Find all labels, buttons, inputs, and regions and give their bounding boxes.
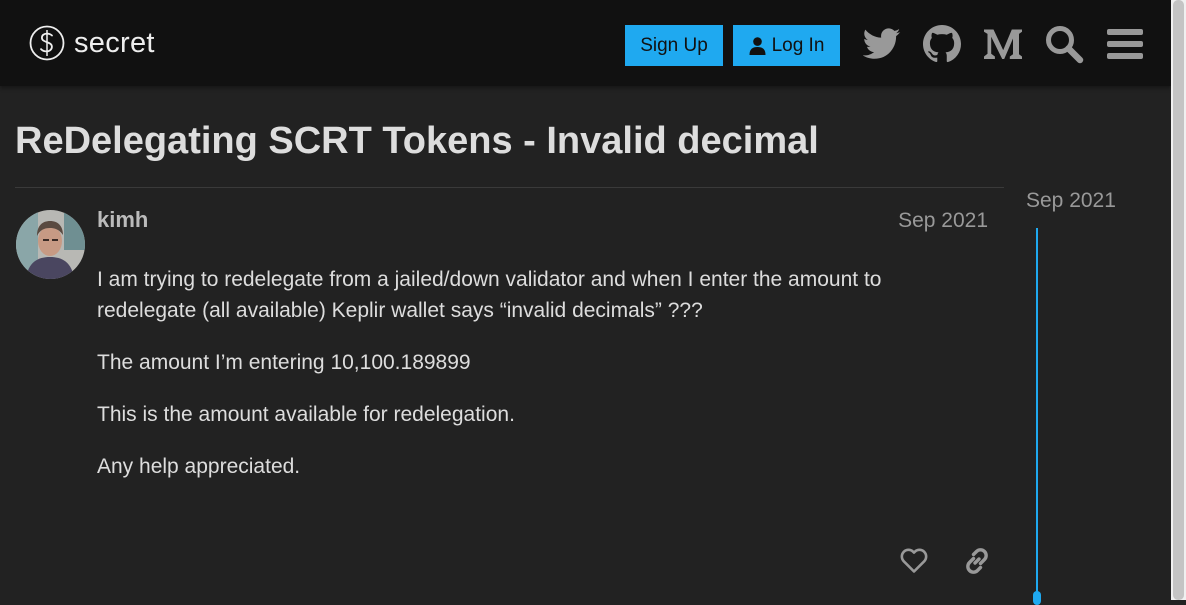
- topic-title[interactable]: ReDelegating SCRT Tokens - Invalid decim…: [15, 120, 819, 163]
- search-button[interactable]: [1044, 24, 1084, 64]
- post-paragraph: Any help appreciated.: [97, 455, 301, 478]
- user-icon: [749, 36, 766, 55]
- link-icon: [966, 548, 988, 574]
- post-body: I am trying to redelegate from a jailed/…: [97, 264, 977, 503]
- timeline-date[interactable]: Sep 2021: [1026, 189, 1116, 213]
- sign-up-button[interactable]: Sign Up: [625, 25, 723, 66]
- title-divider: [15, 187, 1004, 188]
- timeline-handle[interactable]: [1033, 591, 1041, 605]
- site-header: secret Sign Up Log In: [0, 0, 1171, 86]
- post-paragraph: This is the amount available for redeleg…: [97, 403, 515, 426]
- sign-up-label: Sign Up: [640, 34, 708, 56]
- logo-text: secret: [74, 26, 155, 59]
- github-link[interactable]: [922, 24, 962, 64]
- avatar[interactable]: [16, 210, 85, 279]
- github-icon: [923, 25, 961, 63]
- log-in-label: Log In: [771, 34, 825, 56]
- post-username[interactable]: kimh: [97, 207, 148, 233]
- share-link-button[interactable]: [961, 545, 993, 577]
- user-avatar-image: [16, 210, 85, 279]
- hamburger-menu-button[interactable]: [1105, 24, 1145, 64]
- secret-logo-icon: [29, 25, 65, 61]
- log-in-button[interactable]: Log In: [733, 25, 840, 66]
- heart-icon: [900, 548, 928, 573]
- post-paragraph: I am trying to redelegate from a jailed/…: [97, 268, 882, 322]
- twitter-link[interactable]: [862, 24, 902, 64]
- medium-link[interactable]: [983, 24, 1023, 64]
- site-logo[interactable]: secret: [29, 23, 155, 63]
- timeline-scroll-track[interactable]: [1036, 228, 1038, 600]
- search-icon: [1046, 26, 1084, 64]
- post-paragraph: The amount I’m entering 10,100.189899: [97, 351, 471, 374]
- twitter-icon: [863, 28, 901, 59]
- page-scrollbar-thumb[interactable]: [1173, 0, 1184, 600]
- post-date[interactable]: Sep 2021: [898, 209, 988, 233]
- hamburger-menu-icon: [1107, 29, 1143, 59]
- medium-icon: [984, 29, 1022, 59]
- like-button[interactable]: [898, 545, 930, 577]
